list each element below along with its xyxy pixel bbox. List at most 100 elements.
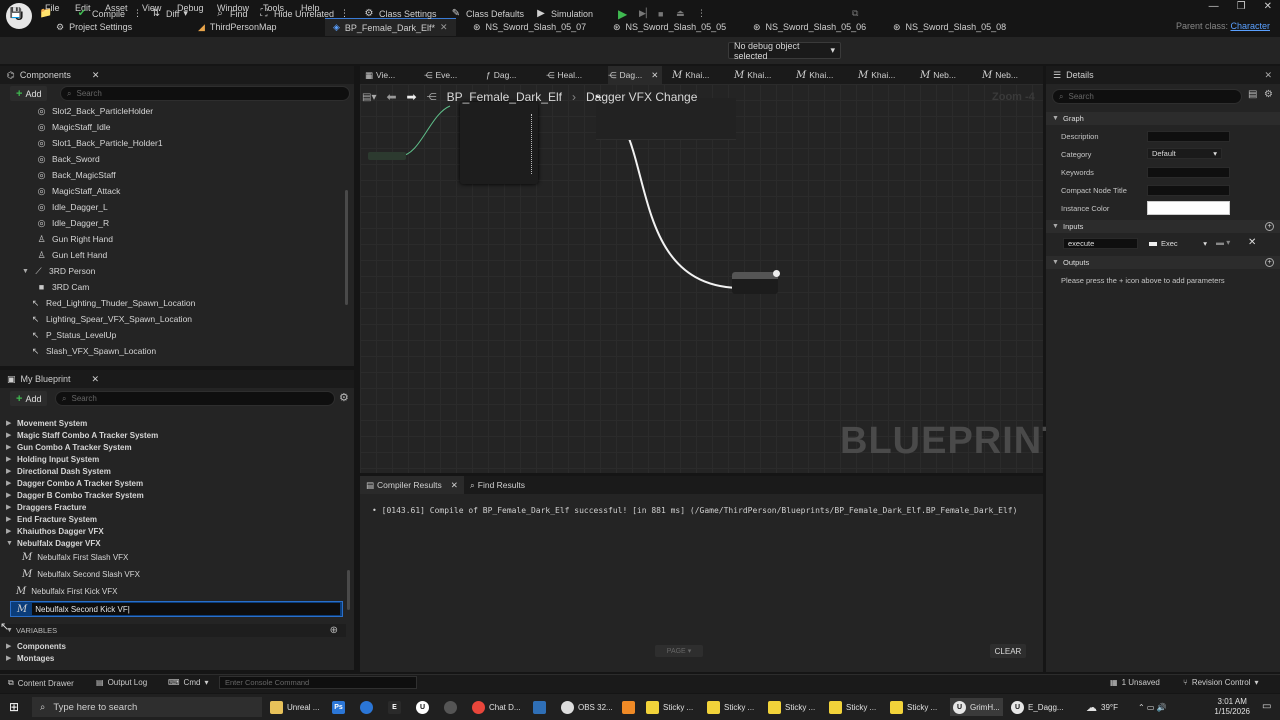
taskbar-app[interactable]: U E_Dagg... xyxy=(1011,698,1064,716)
component-item[interactable]: ↖ Slash_VFX_Spawn_Location xyxy=(30,344,156,358)
forward-arrow-icon[interactable]: ➡ xyxy=(407,90,417,104)
hide-unrelated-button[interactable]: ⛶ Hide Unrelated ⋮ xyxy=(258,5,350,22)
taskbar-app[interactable] xyxy=(622,698,635,716)
component-item[interactable]: ◎ Idle_Dagger_R xyxy=(36,216,110,230)
taskbar-app[interactable]: E xyxy=(388,698,401,716)
taskbar-app[interactable]: Ps xyxy=(332,698,345,716)
find-button[interactable]: ⌕ Find xyxy=(214,5,247,22)
category-item[interactable]: ▶ Dagger Combo A Tracker System xyxy=(6,477,143,489)
parent-class-link[interactable]: Character xyxy=(1230,21,1270,31)
component-item[interactable]: ◎ Back_MagicStaff xyxy=(36,168,116,182)
components-search-input[interactable]: ⌕ Search xyxy=(60,86,350,101)
class-defaults-button[interactable]: ✎ Class Defaults xyxy=(450,5,524,22)
maximize-icon[interactable]: ❐ xyxy=(1237,1,1246,12)
component-item[interactable]: ◎ Back_Sword xyxy=(36,152,100,166)
back-arrow-icon[interactable]: ⬅ xyxy=(386,90,396,104)
simulation-button[interactable]: ▶ Simulation xyxy=(535,5,593,22)
category-item[interactable]: ▶ End Fracture System xyxy=(6,513,97,525)
category-item[interactable]: ▶ Magic Staff Combo A Tracker System xyxy=(6,429,158,441)
component-item[interactable]: ↖ Lighting_Spear_VFX_Spawn_Location xyxy=(30,312,192,326)
component-item[interactable]: ◎ Idle_Dagger_L xyxy=(36,200,108,214)
settings-gear-icon[interactable]: ⚙ xyxy=(1264,89,1273,100)
component-item[interactable]: ◎ MagicStaff_Attack xyxy=(36,184,121,198)
input-type-select[interactable]: Exec ▾ xyxy=(1149,238,1207,249)
graph-menu-icon[interactable]: ▤▾ xyxy=(362,92,376,103)
blueprint-graph-canvas[interactable] xyxy=(360,84,1043,473)
component-item[interactable]: ♙ Gun Left Hand xyxy=(36,248,107,262)
close-tab-icon[interactable]: ✕ xyxy=(451,480,458,491)
instance-color-swatch[interactable] xyxy=(1147,201,1230,215)
close-tab-icon[interactable]: ✕ xyxy=(440,22,448,33)
browse-icon[interactable]: 📁 xyxy=(40,5,52,22)
graph-section-header[interactable]: ▼ Graph xyxy=(1046,112,1280,125)
input-node[interactable] xyxy=(368,152,406,160)
components-scrollbar[interactable] xyxy=(345,190,348,305)
close-panel-icon[interactable]: ✕ xyxy=(92,374,100,385)
component-item[interactable]: ■ 3RD Cam xyxy=(36,280,90,294)
taskbar-app[interactable]: Sticky ... xyxy=(707,698,754,716)
revision-control-button[interactable]: ⑂ Revision Control ▾ xyxy=(1183,678,1259,687)
debug-find-icon[interactable]: ⧉ xyxy=(852,5,858,22)
taskbar-app[interactable]: Chat D... xyxy=(472,698,521,716)
component-item[interactable]: ♙ Gun Right Hand xyxy=(36,232,113,246)
category-item[interactable]: ▶ Khaiuthos Dagger VFX xyxy=(6,525,104,537)
exec-pin-icon[interactable] xyxy=(773,270,780,277)
component-item[interactable]: ◎ MagicStaff_Idle xyxy=(36,120,111,134)
unsaved-button[interactable]: ▦ 1 Unsaved xyxy=(1110,678,1160,687)
component-item[interactable]: ↖ P_Status_LevelUp xyxy=(30,328,117,342)
category-item[interactable]: ▶ Movement System xyxy=(6,417,87,429)
tab-ns-sword-slash-08[interactable]: ⊛ NS_Sword_Slash_05_08 xyxy=(885,18,1014,36)
remove-input-icon[interactable]: ✕ xyxy=(1248,237,1256,248)
description-field[interactable] xyxy=(1147,131,1230,142)
taskbar-app[interactable]: Sticky ... xyxy=(768,698,815,716)
variables-section-header[interactable]: ▼ VARIABLES ⊕ xyxy=(0,624,346,637)
close-panel-icon[interactable]: ✕ xyxy=(1264,70,1272,81)
input-name-field[interactable]: execute xyxy=(1063,238,1138,249)
eject-icon[interactable]: ⏏ xyxy=(676,5,685,22)
taskbar-search-input[interactable]: ⌕ Type here to search xyxy=(32,697,262,717)
graph-tab-khai[interactable]: M Khai... xyxy=(672,66,709,84)
category-item[interactable]: ▶ Dagger B Combo Tracker System xyxy=(6,489,144,501)
inputs-section-header[interactable]: ▼ Inputs + xyxy=(1046,220,1280,233)
graph-tab-neb[interactable]: M Neb... xyxy=(920,66,956,84)
graph-tab-heal[interactable]: ⋲ Heal... xyxy=(546,66,582,84)
notifications-icon[interactable]: ▭ xyxy=(1262,701,1271,712)
category-item[interactable]: ▶ Holding Input System xyxy=(6,453,99,465)
step-icon[interactable]: ▶▏ xyxy=(639,5,653,22)
windows-start-icon[interactable]: ⊞ xyxy=(9,700,19,714)
function-node[interactable] xyxy=(460,102,538,184)
breadcrumb-root[interactable]: BP_Female_Dark_Elf xyxy=(447,90,562,104)
debug-object-select[interactable]: No debug object selected ▾ xyxy=(728,41,841,61)
my-blueprint-search-input[interactable]: ⌕ Search xyxy=(55,391,335,406)
system-tray-icons[interactable]: ⌃ ▭ 🔊 xyxy=(1138,698,1167,716)
add-component-button[interactable]: + Add xyxy=(10,86,48,101)
graph-tab-dagger-active[interactable]: ⋲ Dag... ✕ xyxy=(608,66,663,84)
weather-widget[interactable]: ☁ 39°F xyxy=(1086,698,1118,716)
system-clock[interactable]: 3:01 AM 1/15/2026 xyxy=(1214,697,1250,717)
component-item[interactable]: ▼ ⟋ 3RD Person xyxy=(22,264,95,278)
more-options-icon[interactable]: ⋮ xyxy=(697,5,706,22)
graph-tab-khai[interactable]: M Khai... xyxy=(796,66,833,84)
class-settings-button[interactable]: ⚙ Class Settings xyxy=(363,5,437,22)
taskbar-app[interactable]: Sticky ... xyxy=(890,698,937,716)
macro-rename-input[interactable]: Nebulfalx Second Kick VF | xyxy=(32,603,340,615)
taskbar-app[interactable]: Sticky ... xyxy=(646,698,693,716)
component-item[interactable]: ◎ Slot2_Back_ParticleHolder xyxy=(36,104,154,118)
variable-group[interactable]: ▶ Components xyxy=(6,640,66,652)
graph-tab-khai[interactable]: M Khai... xyxy=(858,66,895,84)
category-select[interactable]: Default ▾ xyxy=(1147,148,1222,159)
settings-gear-icon[interactable]: ⚙ xyxy=(339,391,349,404)
macro-item[interactable]: M Nebulfalx Second Slash VFX xyxy=(22,568,140,580)
taskbar-app[interactable] xyxy=(533,698,546,716)
compact-title-field[interactable] xyxy=(1147,185,1230,196)
tab-compiler-results[interactable]: ▤ Compiler Results ✕ xyxy=(360,476,464,494)
collapse-arrow-icon[interactable]: ▼ xyxy=(22,268,29,275)
content-drawer-button[interactable]: ⧉ Content Drawer xyxy=(8,678,74,688)
taskbar-app[interactable] xyxy=(360,698,373,716)
taskbar-app[interactable]: OBS 32... xyxy=(561,698,613,716)
view-options-icon[interactable]: ▤ xyxy=(1248,89,1257,100)
my-blueprint-scrollbar[interactable] xyxy=(347,570,350,610)
more-options-icon[interactable]: ⋮ xyxy=(340,8,349,19)
save-icon[interactable]: 💾 xyxy=(10,5,22,22)
taskbar-app-active[interactable]: U GrimH... xyxy=(950,698,1003,716)
